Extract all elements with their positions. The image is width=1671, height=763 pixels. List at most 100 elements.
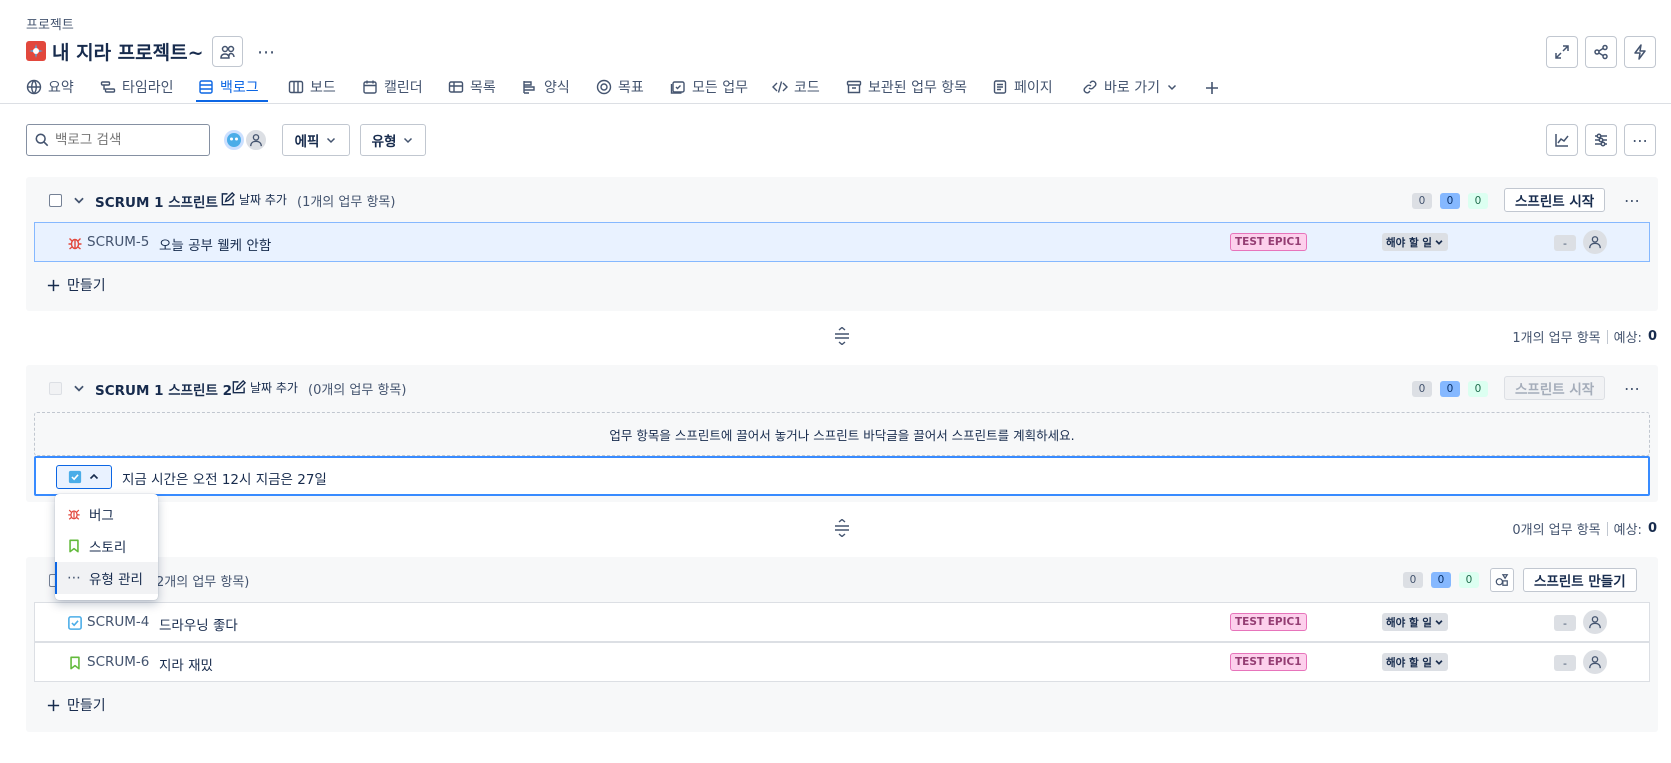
- issue-key[interactable]: SCRUM-4: [87, 614, 149, 630]
- sprint-1-add-date[interactable]: 날짜 추가: [220, 191, 287, 208]
- backlog-create-button[interactable]: 만들기: [46, 695, 106, 715]
- tab-form[interactable]: 양식: [522, 76, 570, 98]
- sprint-2-checkbox[interactable]: [49, 382, 62, 395]
- in-progress-count-badge: 0: [1440, 193, 1460, 209]
- search-field[interactable]: [26, 124, 210, 156]
- status-dropdown[interactable]: 해야 할 일: [1382, 233, 1448, 251]
- tab-calendar[interactable]: 캘린더: [362, 76, 423, 98]
- menu-item-label: 버그: [89, 508, 114, 524]
- tab-backlog[interactable]: 백로그: [198, 76, 259, 98]
- person-icon: [1589, 236, 1601, 249]
- automation-button[interactable]: [1624, 36, 1656, 68]
- issue-type-selector[interactable]: [56, 465, 112, 489]
- tab-summary[interactable]: 요약: [26, 76, 74, 98]
- tab-label: 목록: [470, 80, 496, 96]
- issue-key[interactable]: SCRUM-6: [87, 654, 149, 670]
- more-options-button[interactable]: ⋯: [1624, 124, 1656, 156]
- issue-summary[interactable]: 오늘 공부 웰케 안함: [159, 234, 271, 254]
- issue-row-scrum-5[interactable]: SCRUM-5 오늘 공부 웰케 안함 TEST EPIC1 해야 할 일 -: [34, 222, 1650, 262]
- sprint-2-more-button[interactable]: ⋯: [1620, 376, 1644, 400]
- calendar-icon: [363, 80, 377, 94]
- epic-lozenge[interactable]: TEST EPIC1: [1230, 653, 1307, 671]
- backlog-shapes-button[interactable]: [1490, 568, 1514, 592]
- search-input[interactable]: [55, 132, 195, 148]
- sprint-1-resize-handle[interactable]: [834, 326, 850, 349]
- tab-code[interactable]: 코드: [772, 76, 820, 98]
- status-dropdown[interactable]: 해야 할 일: [1382, 653, 1448, 671]
- backlog-count: 2개의 업무 항목): [156, 575, 250, 590]
- menu-item-manage-types[interactable]: ⋯ 유형 관리: [55, 562, 158, 594]
- team-button[interactable]: [212, 36, 243, 67]
- tab-timeline[interactable]: 타임라인: [100, 76, 174, 98]
- project-avatar: [26, 41, 46, 61]
- footer-count: 1개의 업무 항목: [1512, 331, 1601, 346]
- tab-board[interactable]: 보드: [288, 76, 336, 98]
- drop-zone-hint: 업무 항목을 스프린트에 끌어서 놓거나 스프린트 바닥글을 끌어서 스프린트를…: [609, 427, 1075, 443]
- sprint-1-collapse-toggle[interactable]: [72, 193, 86, 211]
- sprint-1-create-button[interactable]: 만들기: [46, 275, 106, 295]
- project-title[interactable]: 내 지라 프로젝트~: [52, 38, 204, 65]
- tab-goals[interactable]: 목표: [596, 76, 644, 98]
- create-sprint-button[interactable]: 스프린트 만들기: [1523, 568, 1637, 592]
- tab-all-work[interactable]: 모든 업무: [670, 76, 748, 98]
- list-icon: [448, 81, 464, 93]
- issue-type-menu: 버그 스토리 ⋯ 유형 관리: [55, 494, 158, 600]
- tab-label: 타임라인: [122, 80, 174, 96]
- issue-row-scrum-6[interactable]: SCRUM-6 지라 재밌 TEST EPIC1 해야 할 일 -: [34, 642, 1650, 682]
- done-count-badge: 0: [1468, 381, 1488, 397]
- add-tab-button[interactable]: [1202, 78, 1222, 98]
- expand-icon: [1555, 45, 1569, 59]
- tab-shortcuts[interactable]: 바로 가기: [1082, 76, 1178, 98]
- todo-count-badge: 0: [1412, 193, 1432, 209]
- chevron-down-icon: [1167, 84, 1177, 91]
- issue-key[interactable]: SCRUM-5: [87, 234, 149, 250]
- person-icon: [1589, 656, 1601, 669]
- menu-item-bug[interactable]: 버그: [55, 498, 158, 530]
- status-label: 해야 할 일: [1386, 656, 1432, 669]
- assignee-avatar[interactable]: [1583, 610, 1607, 634]
- chevron-down-icon: [404, 137, 413, 144]
- sprint-2-collapse-toggle[interactable]: [72, 381, 86, 399]
- start-sprint-button[interactable]: 스프린트 시작: [1504, 188, 1606, 212]
- breadcrumb[interactable]: 프로젝트: [26, 14, 74, 33]
- footer-estimate-value: 0: [1647, 521, 1657, 536]
- issue-row-scrum-4[interactable]: SCRUM-4 드라우닝 좋다 TEST EPIC1 해야 할 일 -: [34, 602, 1650, 642]
- tab-archived[interactable]: 보관된 업무 항목: [846, 76, 967, 98]
- sprint-2-resize-handle[interactable]: [834, 518, 850, 541]
- footer-count: 0개의 업무 항목: [1512, 523, 1601, 538]
- epic-lozenge[interactable]: TEST EPIC1: [1230, 233, 1307, 251]
- issue-summary[interactable]: 드라우닝 좋다: [159, 614, 238, 634]
- fullscreen-button[interactable]: [1546, 36, 1578, 68]
- share-button[interactable]: [1585, 36, 1617, 68]
- status-dropdown[interactable]: 해야 할 일: [1382, 613, 1448, 631]
- story-points-estimate[interactable]: -: [1554, 615, 1576, 631]
- assignee-avatar[interactable]: [1583, 230, 1607, 254]
- footer-estimate-label: 예상:: [1613, 523, 1642, 538]
- view-settings-button[interactable]: [1585, 124, 1617, 156]
- sprint-1-more-button[interactable]: ⋯: [1620, 188, 1644, 212]
- avatar-filter-user2[interactable]: [244, 128, 268, 152]
- sprint-2-add-date[interactable]: 날짜 추가: [231, 379, 298, 396]
- inline-create-row[interactable]: 지금 시간은 오전 12시 지금은 27일: [34, 456, 1650, 496]
- sprint-1-checkbox[interactable]: [49, 194, 62, 207]
- person-icon: [250, 134, 262, 147]
- story-points-estimate[interactable]: -: [1554, 655, 1576, 671]
- story-points-estimate[interactable]: -: [1554, 235, 1576, 251]
- tab-label: 코드: [794, 80, 820, 96]
- type-filter[interactable]: 유형: [360, 124, 426, 156]
- issue-summary[interactable]: 지라 재밌: [159, 654, 213, 674]
- chart-line-icon: [1555, 134, 1569, 147]
- menu-item-story[interactable]: 스토리: [55, 530, 158, 562]
- in-progress-count-badge: 0: [1431, 572, 1451, 588]
- avatar-filter-user1[interactable]: [222, 128, 246, 152]
- epic-filter[interactable]: 에픽: [282, 124, 350, 156]
- start-sprint-button-disabled[interactable]: 스프린트 시작: [1504, 376, 1606, 400]
- insights-button[interactable]: [1546, 124, 1578, 156]
- new-issue-summary-input[interactable]: 지금 시간은 오전 12시 지금은 27일: [122, 468, 327, 488]
- more-actions-button[interactable]: ⋯: [254, 40, 278, 64]
- tab-list[interactable]: 목록: [448, 76, 496, 98]
- assignee-avatar[interactable]: [1583, 650, 1607, 674]
- tab-pages[interactable]: 페이지: [992, 76, 1053, 98]
- lightning-icon: [1634, 44, 1646, 60]
- epic-lozenge[interactable]: TEST EPIC1: [1230, 613, 1307, 631]
